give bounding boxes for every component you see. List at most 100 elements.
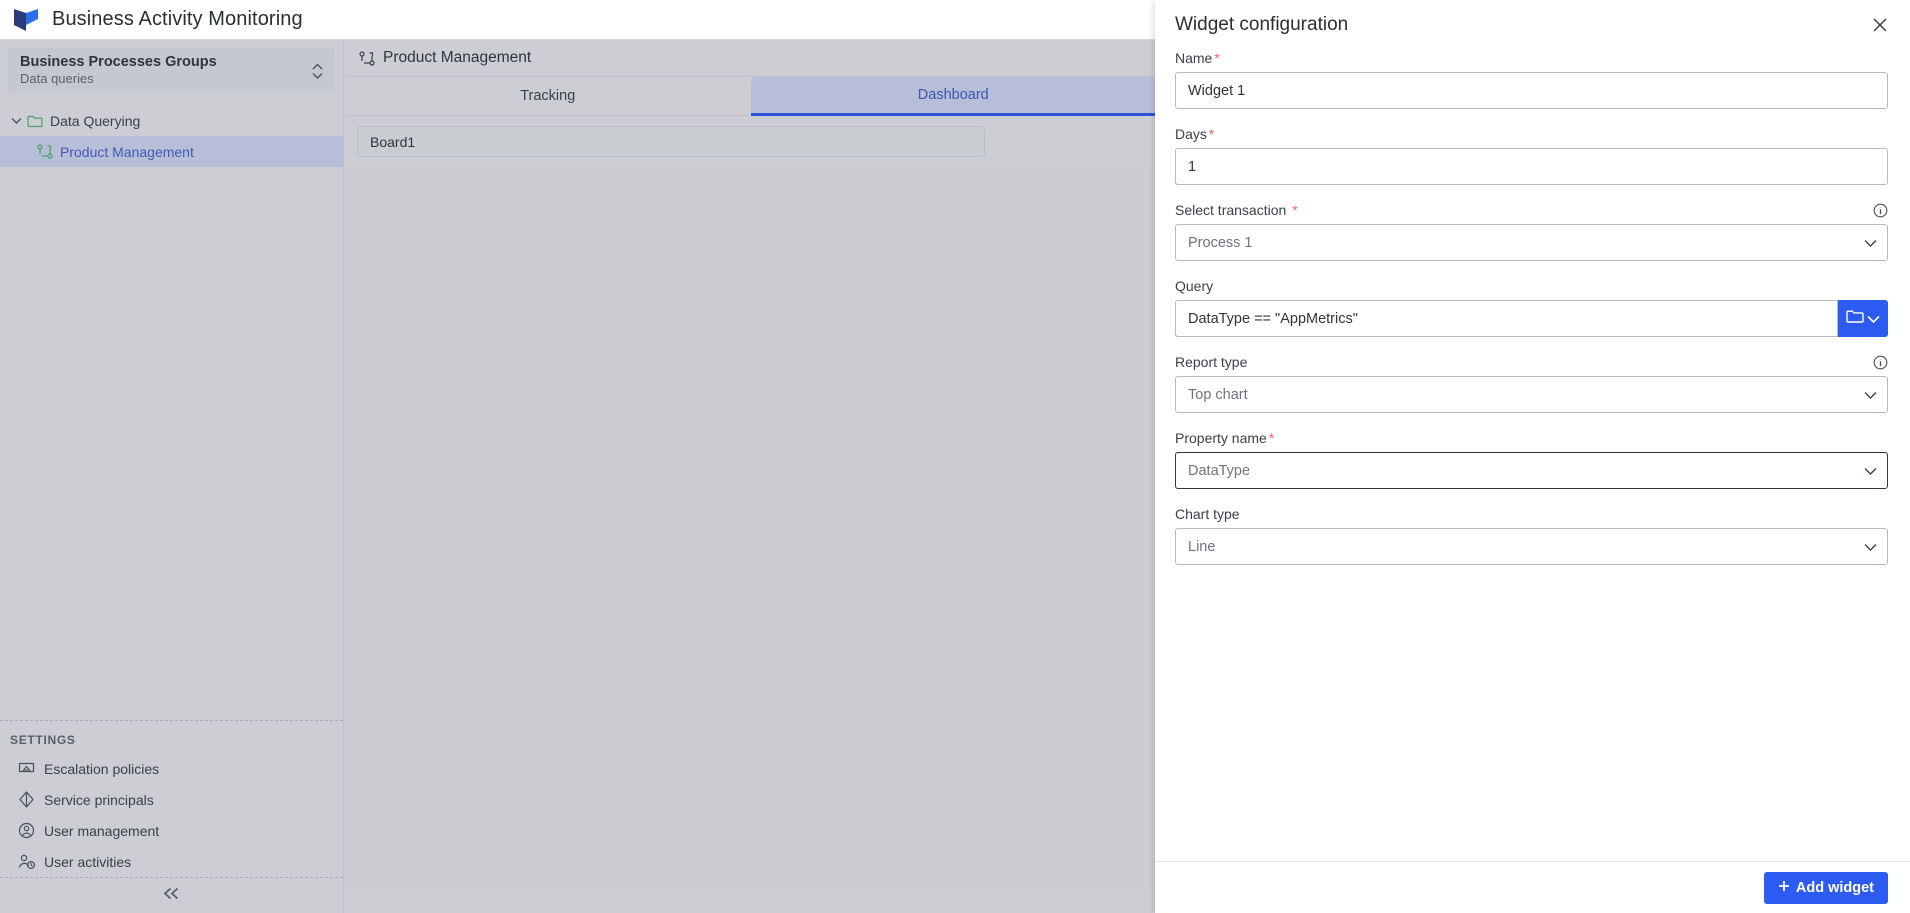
tab-tracking[interactable]: Tracking	[345, 77, 751, 116]
dashboard-canvas[interactable]	[345, 167, 1156, 887]
tab-dashboard[interactable]: Dashboard	[750, 77, 1156, 116]
chart-type-dropdown[interactable]: Line	[1175, 528, 1888, 565]
property-name-dropdown[interactable]: DataType	[1175, 452, 1888, 489]
field-label-row: Property name *	[1175, 430, 1888, 446]
panel-body: Name * Widget 1 Days * 1 Select transact…	[1155, 50, 1910, 861]
chevron-down-icon[interactable]	[8, 117, 24, 124]
field-label: Chart type	[1175, 506, 1240, 522]
app-title: Business Activity Monitoring	[52, 8, 303, 30]
field-report-type: Report type Top chart	[1175, 354, 1888, 413]
field-name: Name * Widget 1	[1175, 50, 1888, 109]
panel-title: Widget configuration	[1175, 14, 1349, 35]
sidebar: Business Processes Groups Data queries D…	[0, 40, 344, 913]
field-label: Query	[1175, 278, 1214, 294]
required-marker: *	[1268, 430, 1275, 446]
escalation-icon	[18, 761, 44, 777]
chevron-down-icon	[1867, 310, 1880, 328]
settings-heading: SETTINGS	[10, 733, 76, 747]
sidebar-item-user-management[interactable]: User management	[0, 815, 343, 846]
board-item[interactable]: Board1	[357, 126, 985, 157]
tree-item-label: Product Management	[60, 143, 194, 160]
panel-footer: Add widget	[1155, 861, 1910, 913]
field-chart-type: Chart type Line	[1175, 506, 1888, 565]
property-name-value: DataType	[1188, 462, 1251, 479]
query-input-group: DataType == "AppMetrics"	[1175, 300, 1888, 337]
field-label-row: Days *	[1175, 126, 1888, 142]
field-select-transaction: Select transaction * Process 1	[1175, 202, 1888, 261]
tree-item-label: Data Querying	[50, 112, 141, 129]
group-subtitle: Data queries	[20, 71, 94, 87]
field-property-name: Property name * DataType	[1175, 430, 1888, 489]
chevron-down-icon	[1864, 543, 1877, 551]
widget-configuration-panel: Widget configuration Name * Widget 1 Day…	[1155, 0, 1910, 913]
sidebar-item-label: User activities	[44, 853, 132, 870]
report-type-dropdown[interactable]: Top chart	[1175, 376, 1888, 413]
tree-item-product-management[interactable]: Product Management	[0, 136, 343, 167]
main-content: Product Management Tracking Dashboard Bo…	[345, 40, 1156, 913]
plus-icon	[1778, 880, 1790, 896]
query-browse-button[interactable]	[1838, 300, 1888, 337]
sidebar-item-escalation-policies[interactable]: Escalation policies	[0, 753, 343, 784]
tree-item-data-querying[interactable]: Data Querying	[0, 105, 343, 136]
folder-icon	[24, 114, 46, 128]
select-transaction-value: Process 1	[1188, 234, 1253, 251]
report-type-value: Top chart	[1188, 386, 1248, 403]
field-label-row: Select transaction *	[1175, 202, 1888, 218]
chevron-down-icon	[1864, 391, 1877, 399]
user-clock-icon	[18, 853, 44, 870]
tab-label: Tracking	[520, 88, 576, 104]
days-input[interactable]: 1	[1175, 148, 1888, 185]
info-icon[interactable]	[1873, 203, 1888, 218]
field-label: Select transaction	[1175, 202, 1287, 218]
required-marker: *	[1208, 126, 1215, 142]
tab-label: Dashboard	[917, 87, 989, 103]
folder-icon	[1846, 309, 1864, 329]
required-marker: *	[1214, 50, 1220, 66]
field-label: Property name	[1175, 430, 1267, 446]
app-root: Business Activity Monitoring Business Pr…	[0, 0, 1910, 913]
name-input-value: Widget 1	[1188, 82, 1246, 99]
business-processes-groups-selector[interactable]: Business Processes Groups Data queries	[8, 48, 335, 93]
close-icon[interactable]	[1872, 17, 1888, 33]
main-header: Product Management	[345, 40, 1156, 77]
chart-type-value: Line	[1188, 538, 1216, 555]
add-widget-button[interactable]: Add widget	[1763, 871, 1888, 904]
bam-logo-icon	[10, 6, 42, 34]
select-transaction-dropdown[interactable]: Process 1	[1175, 224, 1888, 261]
field-label: Days	[1175, 126, 1207, 142]
field-label-row: Chart type	[1175, 506, 1888, 522]
board-label: Board1	[370, 133, 416, 150]
field-label-row: Name *	[1175, 50, 1888, 66]
sidebar-item-user-activities[interactable]: User activities	[0, 846, 343, 877]
field-label: Report type	[1175, 354, 1248, 370]
sidebar-item-label: User management	[44, 822, 160, 839]
panel-header: Widget configuration	[1155, 0, 1910, 50]
double-chevron-left-icon	[162, 887, 182, 905]
page-title: Product Management	[383, 49, 532, 66]
process-icon	[34, 144, 56, 159]
field-label: Name	[1175, 50, 1213, 66]
board-list: Board1	[345, 116, 1156, 157]
add-widget-label: Add widget	[1795, 879, 1874, 896]
service-principal-icon	[18, 791, 44, 808]
tab-bar: Tracking Dashboard	[345, 77, 1156, 116]
chevron-down-icon	[1864, 467, 1877, 475]
field-label-row: Query	[1175, 278, 1888, 294]
sidebar-collapse-button[interactable]	[0, 877, 343, 913]
query-input[interactable]: DataType == "AppMetrics"	[1175, 300, 1838, 337]
field-label-row: Report type	[1175, 354, 1888, 370]
info-icon[interactable]	[1873, 355, 1888, 370]
group-title: Business Processes Groups	[20, 54, 217, 71]
query-input-value: DataType == "AppMetrics"	[1188, 310, 1358, 327]
chevron-up-down-icon[interactable]	[312, 63, 323, 79]
field-query: Query DataType == "AppMetrics"	[1175, 278, 1888, 337]
required-marker: *	[1292, 202, 1298, 218]
days-input-value: 1	[1188, 158, 1197, 175]
sidebar-item-label: Escalation policies	[44, 760, 160, 777]
sidebar-item-service-principals[interactable]: Service principals	[0, 784, 343, 815]
data-tree: Data Querying Product Management	[0, 105, 343, 167]
process-icon	[359, 50, 375, 66]
name-input[interactable]: Widget 1	[1175, 72, 1888, 109]
settings-section: SETTINGS Escalation policies Service pri…	[0, 720, 343, 877]
